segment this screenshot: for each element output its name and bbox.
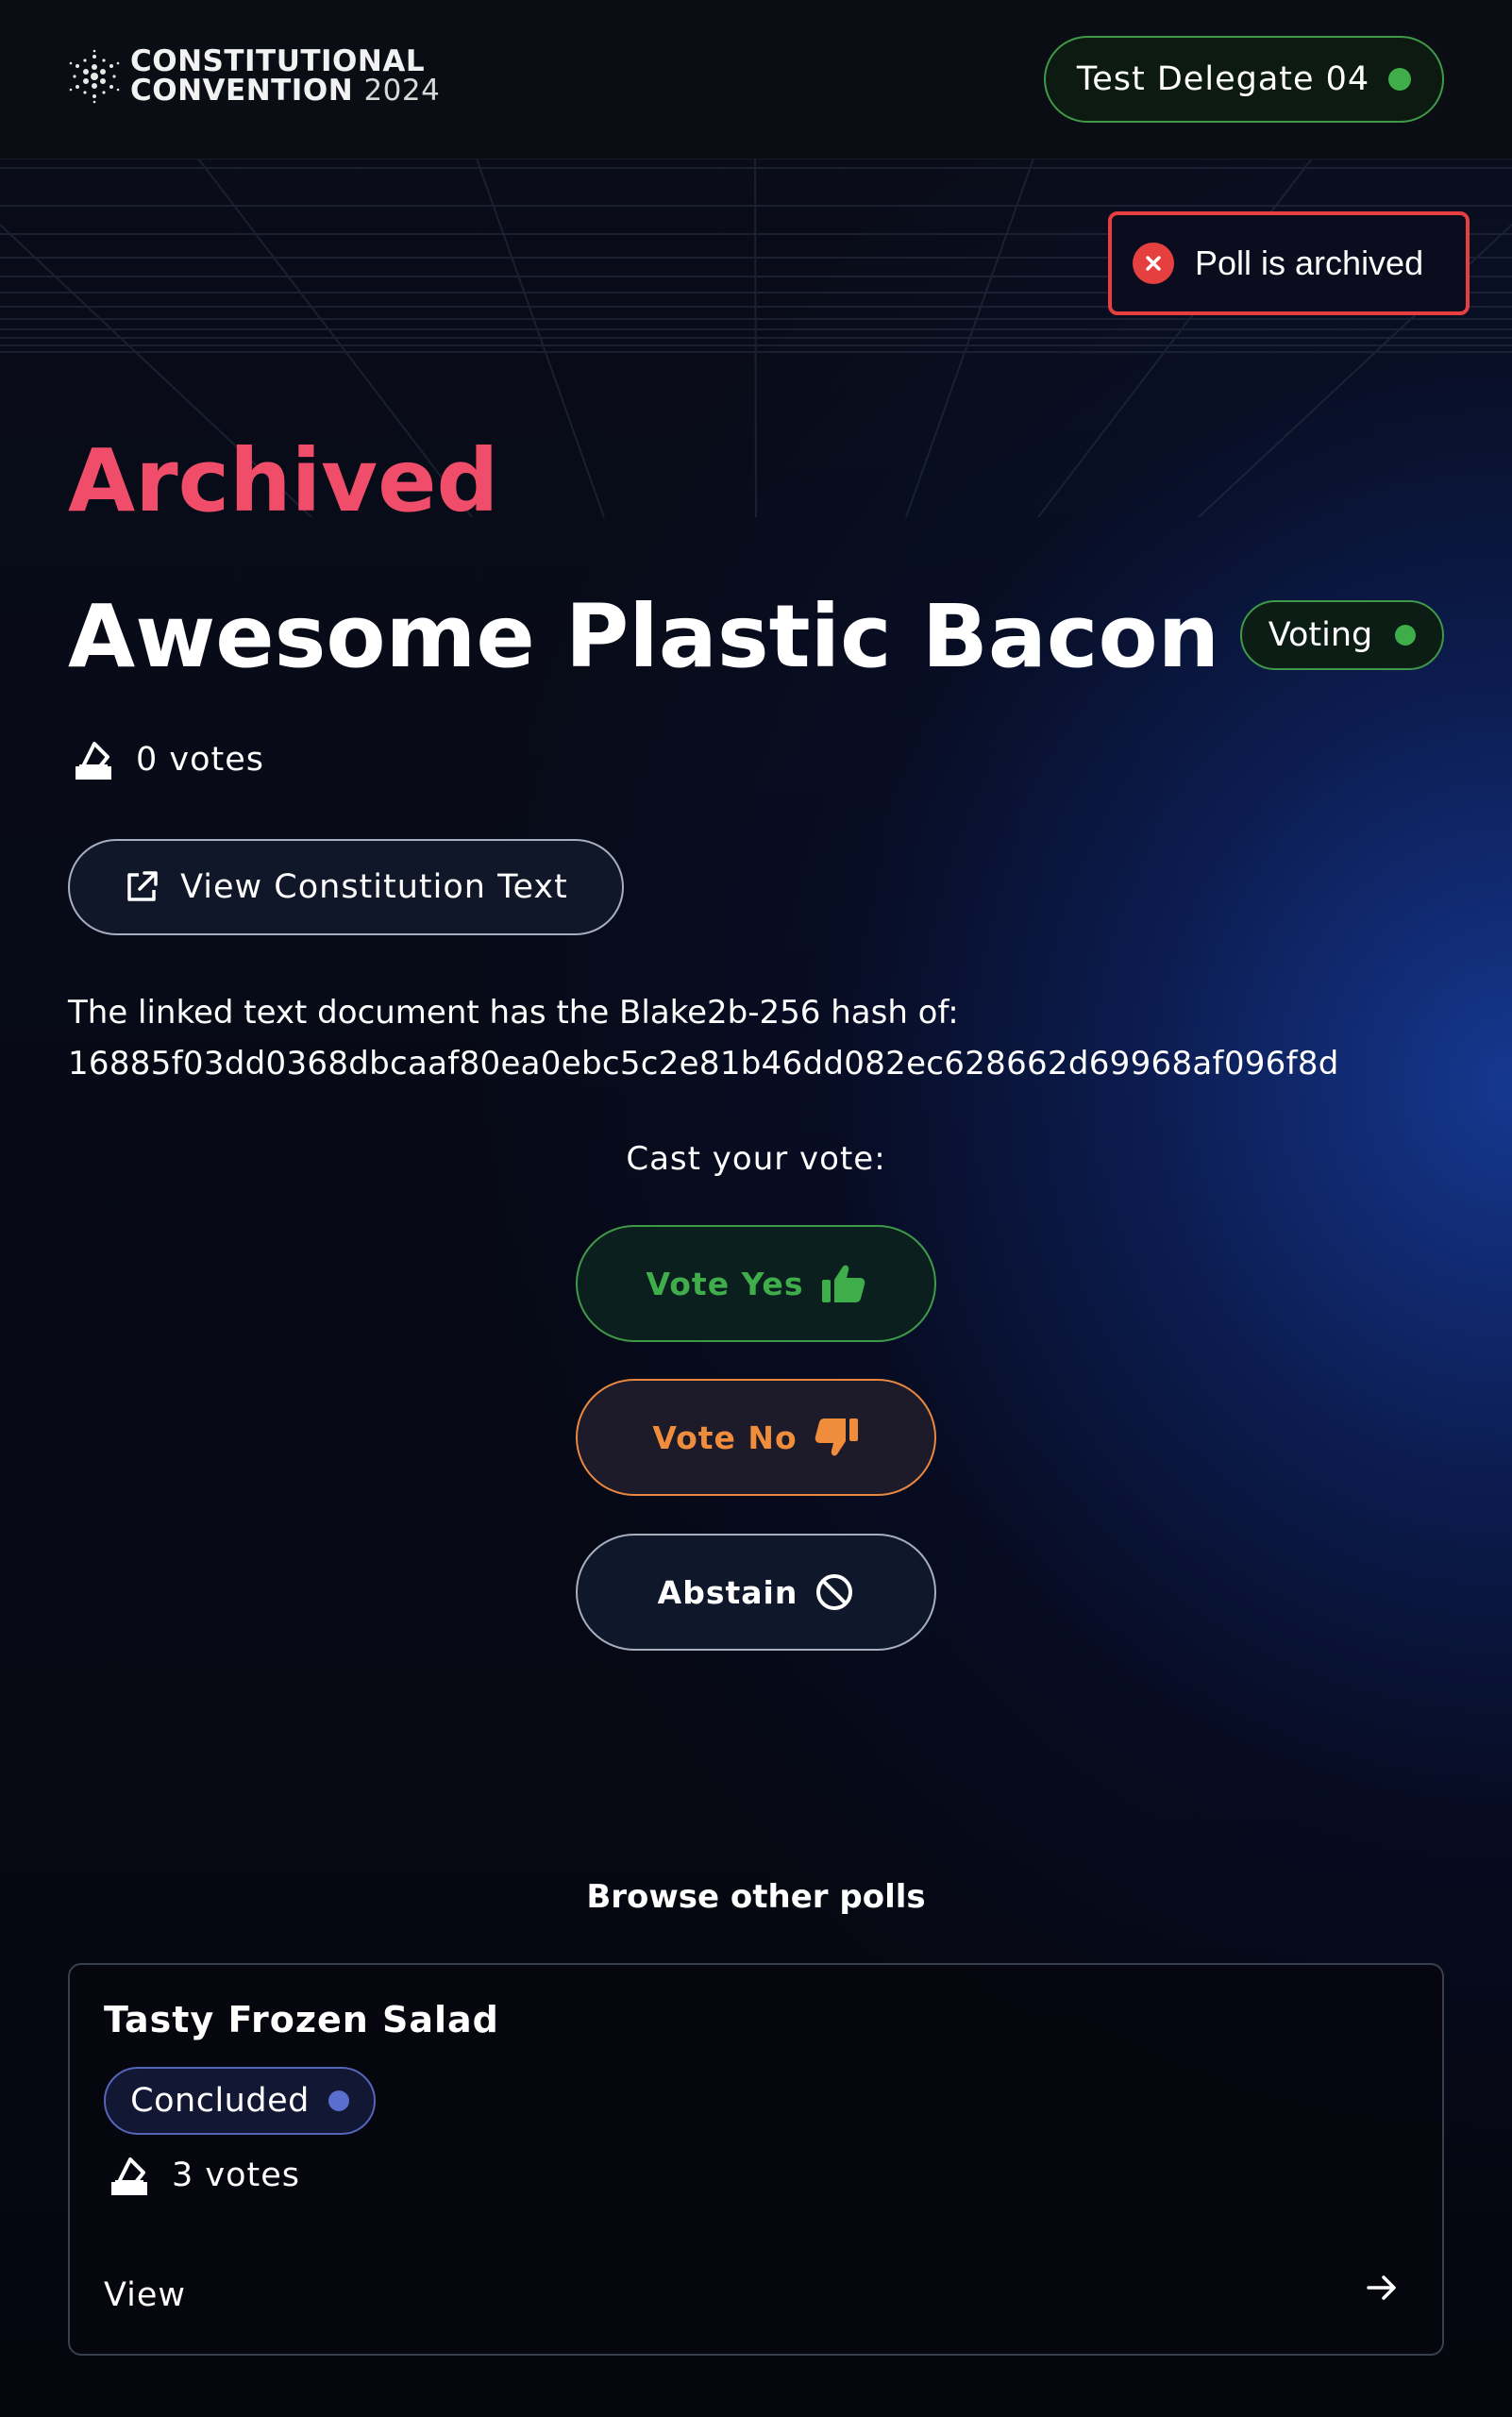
- logo-line1: CONSTITUTIONAL: [130, 44, 426, 78]
- vote-count-label: 3 votes: [172, 2157, 301, 2194]
- view-poll-link[interactable]: View: [104, 2276, 186, 2314]
- status-dot: [328, 2090, 349, 2111]
- logo[interactable]: CONSTITUTIONAL CONVENTION 2024: [66, 47, 440, 106]
- vote-count-label: 0 votes: [136, 741, 265, 779]
- poll-card[interactable]: Tasty Frozen Salad Concluded 3 votes Vie…: [68, 1963, 1444, 2356]
- connected-status-dot: [1388, 68, 1412, 91]
- poll-card-title: Tasty Frozen Salad: [104, 1999, 499, 2040]
- hash-value: 16885f03dd0368dbcaaf80ea0ebc5c2e81b46dd0…: [68, 1045, 1339, 1083]
- vote-count: 0 votes: [72, 738, 264, 781]
- poll-title: Awesome Plastic Bacon: [68, 586, 1220, 687]
- archived-heading: Archived: [68, 430, 499, 531]
- delegate-account-button[interactable]: Test Delegate 04: [1044, 36, 1444, 123]
- logo-text: CONSTITUTIONAL CONVENTION 2024: [130, 47, 440, 106]
- view-constitution-button[interactable]: View Constitution Text: [68, 839, 624, 935]
- browse-polls-heading: Browse other polls: [586, 1878, 926, 1916]
- logo-line2: CONVENTION: [130, 74, 354, 108]
- vote-yes-label: Vote Yes: [646, 1265, 804, 1302]
- arrow-right-icon[interactable]: [1363, 2269, 1401, 2307]
- vote-yes-button[interactable]: Vote Yes: [576, 1225, 936, 1342]
- view-constitution-label: View Constitution Text: [180, 868, 568, 906]
- thumbs-up-icon: [822, 1265, 865, 1302]
- status-badge: Concluded: [104, 2067, 376, 2135]
- toast-message: Poll is archived: [1195, 243, 1424, 282]
- status-badge-label: Concluded: [130, 2082, 310, 2120]
- error-toast[interactable]: Poll is archived: [1108, 211, 1470, 315]
- status-badge: Voting: [1240, 600, 1444, 670]
- status-dot: [1395, 625, 1417, 646]
- vote-count: 3 votes: [108, 2154, 300, 2197]
- ballot-box-icon: [76, 742, 111, 780]
- status-badge-label: Voting: [1268, 616, 1373, 654]
- delegate-name: Test Delegate 04: [1076, 60, 1370, 98]
- vote-no-button[interactable]: Vote No: [576, 1379, 936, 1496]
- external-link-icon: [127, 871, 158, 901]
- cast-vote-label: Cast your vote:: [626, 1140, 886, 1178]
- cardano-logo-icon: [69, 49, 120, 104]
- logo-year: 2024: [363, 74, 441, 108]
- top-header: CONSTITUTIONAL CONVENTION 2024 Test Dele…: [0, 0, 1512, 159]
- close-icon: [1133, 243, 1174, 284]
- abstain-label: Abstain: [657, 1573, 798, 1611]
- ballot-box-icon: [111, 2157, 147, 2195]
- vote-no-label: Vote No: [652, 1418, 798, 1456]
- thumbs-down-icon: [815, 1418, 858, 1456]
- prohibited-icon: [816, 1574, 853, 1610]
- hash-label: The linked text document has the Blake2b…: [68, 994, 959, 1032]
- abstain-button[interactable]: Abstain: [576, 1534, 936, 1651]
